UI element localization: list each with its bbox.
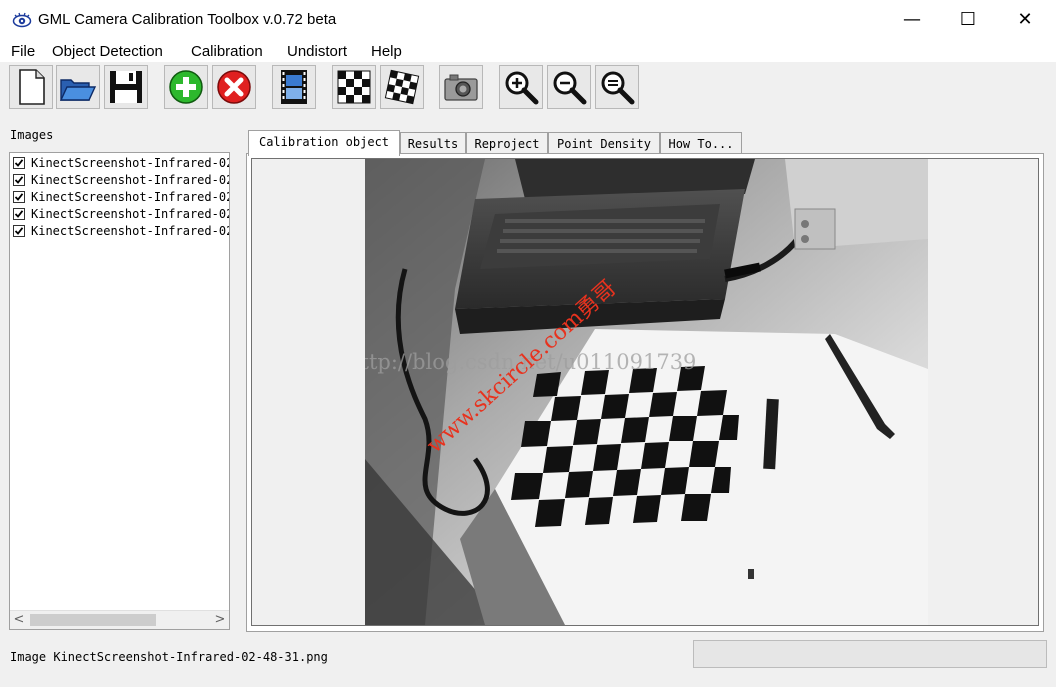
detect-corners-button[interactable]	[380, 65, 424, 109]
tab-point-density[interactable]: Point Density	[548, 132, 660, 154]
zoom-fit-button[interactable]	[595, 65, 639, 109]
list-item[interactable]: KinectScreenshot-Infrared-02-48-43.png	[13, 206, 229, 223]
remove-button[interactable]	[212, 65, 256, 109]
checkerboard-detect-icon	[384, 69, 420, 105]
list-checkbox[interactable]	[13, 174, 25, 186]
list-checkbox[interactable]	[13, 208, 25, 220]
zoom-fit-icon	[601, 71, 635, 105]
window-title: GML Camera Calibration Toolbox v.0.72 be…	[38, 11, 337, 28]
zoom-out-button[interactable]	[547, 65, 591, 109]
tab-reproject[interactable]: Reproject	[466, 132, 548, 154]
close-button[interactable]: ✕	[997, 0, 1053, 40]
film-strip-icon	[281, 70, 307, 104]
menu-help[interactable]: Help	[371, 43, 402, 60]
menu-file[interactable]: File	[11, 43, 35, 60]
calibration-photo: http://blog.csdn.net/u011091739 www.skci…	[365, 159, 928, 625]
tab-how-to[interactable]: How To...	[660, 132, 742, 154]
status-bar: Image KinectScreenshot-Infrared-02-48-31…	[0, 640, 1056, 687]
camera-icon	[444, 74, 478, 101]
list-item[interactable]: KinectScreenshot-Infrared-02-48-39.png	[13, 189, 229, 206]
menu-bar: File Object Detection Calibration Undist…	[0, 40, 1056, 62]
add-button[interactable]	[164, 65, 208, 109]
list-item-label: KinectScreenshot-Infrared-02-48-35.png	[31, 173, 229, 187]
add-green-plus-icon	[169, 70, 203, 104]
list-item-label: KinectScreenshot-Infrared-02-48-43.png	[31, 207, 229, 221]
status-text: Image KinectScreenshot-Infrared-02-48-31…	[10, 650, 328, 664]
list-item[interactable]: KinectScreenshot-Infrared-02-48-47.png	[13, 223, 229, 240]
title-bar: GML Camera Calibration Toolbox v.0.72 be…	[0, 0, 1056, 40]
zoom-in-button[interactable]	[499, 65, 543, 109]
check-icon	[14, 210, 24, 218]
images-label: Images	[10, 128, 54, 142]
tab-calibration-object[interactable]: Calibration object	[248, 130, 400, 156]
list-item-label: KinectScreenshot-Infrared-02-48-31.png	[31, 156, 229, 170]
check-icon	[14, 159, 24, 167]
progress-bar	[693, 640, 1047, 668]
list-checkbox[interactable]	[13, 191, 25, 203]
scroll-left-arrow[interactable]: <	[10, 611, 28, 629]
app-window: GML Camera Calibration Toolbox v.0.72 be…	[0, 0, 1056, 687]
menu-undistort[interactable]: Undistort	[287, 43, 347, 60]
video-button[interactable]	[272, 65, 316, 109]
toolbar	[0, 62, 1056, 114]
check-icon	[14, 176, 24, 184]
tab-panel: http://blog.csdn.net/u011091739 www.skci…	[246, 153, 1044, 632]
image-list[interactable]: KinectScreenshot-Infrared-02-48-31.png K…	[9, 152, 230, 630]
new-file-icon	[19, 69, 45, 105]
remove-red-x-icon	[217, 70, 251, 104]
eye-app-icon	[12, 12, 32, 28]
list-item[interactable]: KinectScreenshot-Infrared-02-48-31.png	[13, 155, 229, 172]
list-checkbox[interactable]	[13, 225, 25, 237]
image-viewer[interactable]: http://blog.csdn.net/u011091739 www.skci…	[251, 158, 1039, 626]
maximize-button[interactable]: ☐	[940, 0, 996, 40]
list-item-label: KinectScreenshot-Infrared-02-48-47.png	[31, 224, 229, 238]
minimize-button[interactable]: —	[884, 0, 940, 40]
horizontal-scrollbar[interactable]: < >	[10, 610, 229, 629]
camera-button[interactable]	[439, 65, 483, 109]
list-item[interactable]: KinectScreenshot-Infrared-02-48-35.png	[13, 172, 229, 189]
zoom-in-icon	[505, 71, 539, 105]
scroll-right-arrow[interactable]: >	[211, 611, 229, 629]
list-checkbox[interactable]	[13, 157, 25, 169]
open-button[interactable]	[56, 65, 100, 109]
new-button[interactable]	[9, 65, 53, 109]
menu-object-detection[interactable]: Object Detection	[52, 43, 163, 60]
scroll-thumb[interactable]	[30, 614, 156, 626]
tab-results[interactable]: Results	[400, 132, 466, 154]
check-icon	[14, 193, 24, 201]
open-folder-icon	[59, 79, 97, 101]
menu-calibration[interactable]: Calibration	[191, 43, 263, 60]
save-disk-icon	[110, 71, 142, 103]
check-icon	[14, 227, 24, 235]
checkerboard-icon	[337, 70, 371, 104]
save-button[interactable]	[104, 65, 148, 109]
zoom-out-icon	[553, 71, 587, 105]
checkerboard-button[interactable]	[332, 65, 376, 109]
list-item-label: KinectScreenshot-Infrared-02-48-39.png	[31, 190, 229, 204]
